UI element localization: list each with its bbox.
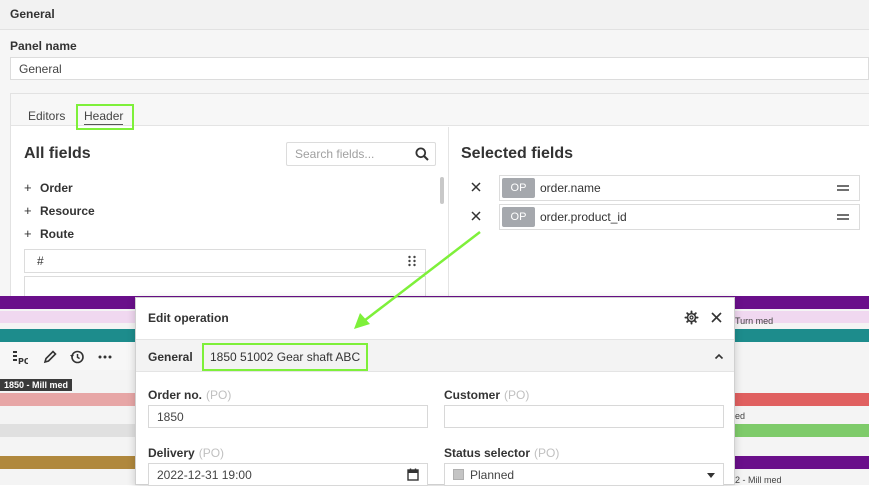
gantt-bar[interactable]: [0, 424, 136, 437]
status-select[interactable]: Planned: [444, 463, 724, 486]
calendar-icon[interactable]: [407, 468, 419, 481]
panel-config: General Panel name General Editors Heade…: [0, 0, 869, 297]
section-header-value: 1850 51002 Gear shaft ABC: [202, 343, 369, 371]
tree-item-order[interactable]: + Order: [24, 180, 73, 198]
general-section-header[interactable]: General 1850 51002 Gear shaft ABC: [136, 339, 734, 372]
edit-icon[interactable]: [42, 349, 58, 365]
gantt-bar-label: Turn med: [735, 316, 774, 326]
field-name: order.product_id: [540, 210, 627, 224]
field-label-text: Order no.: [148, 388, 203, 402]
tree-item-label: Route: [40, 227, 74, 241]
all-fields-title: All fields: [24, 145, 91, 162]
gantt-bar[interactable]: [735, 393, 869, 406]
selected-field-box[interactable]: OP order.product_id: [499, 204, 860, 230]
tab-editors[interactable]: Editors: [28, 109, 65, 123]
selected-fields-title: Selected fields: [461, 145, 574, 162]
field-row-label: #: [37, 254, 44, 268]
panel-name-label: Panel name: [10, 39, 77, 53]
field-hint: (PO): [504, 388, 530, 402]
op-badge: OP: [502, 207, 535, 227]
column-divider: [448, 127, 449, 297]
dialog-title: Edit operation: [148, 311, 229, 325]
search-fields-input[interactable]: [287, 143, 405, 165]
reorder-handle-icon[interactable]: [837, 184, 849, 192]
gear-icon[interactable]: [684, 310, 699, 325]
scrollbar-thumb[interactable]: [440, 177, 444, 204]
tab-strip: Editors Header: [11, 94, 869, 130]
status-selector-label: Status selector (PO): [444, 446, 559, 460]
gantt-bar[interactable]: [735, 456, 869, 469]
section-title: General: [10, 7, 55, 21]
reorder-handle-icon[interactable]: [837, 213, 849, 221]
row-label: 1850 - Mill med: [0, 379, 73, 391]
field-row[interactable]: [24, 276, 426, 297]
order-no-label: Order no. (PO): [148, 388, 231, 402]
tree-item-label: Resource: [40, 204, 95, 218]
field-hint: (PO): [206, 388, 232, 402]
tab-container: Editors Header All fields + Order + Resour…: [10, 93, 869, 297]
close-icon[interactable]: [710, 311, 723, 324]
schedule-toolbar: PO: [0, 342, 136, 370]
field-hint: (PO): [198, 446, 225, 460]
field-hint: (PO): [534, 446, 560, 460]
caret-down-icon[interactable]: [707, 473, 715, 478]
delivery-label: Delivery (PO): [148, 446, 224, 460]
drag-handle-icon[interactable]: [407, 255, 417, 267]
customer-input[interactable]: [444, 405, 724, 428]
search-fields-box: [286, 142, 436, 166]
remove-icon[interactable]: [469, 209, 483, 223]
tree-item-route[interactable]: + Route: [24, 226, 74, 244]
edit-operation-dialog: Edit operation General 1850 51002 Gear s…: [135, 297, 735, 486]
remove-icon[interactable]: [469, 180, 483, 194]
gantt-bar-label: 2 - Mill med: [735, 475, 782, 485]
tree-item-label: Order: [40, 181, 73, 195]
expand-icon: +: [24, 226, 32, 241]
search-icon[interactable]: [415, 147, 429, 161]
expand-icon: +: [24, 203, 32, 218]
status-value: Planned: [470, 468, 515, 482]
chevron-up-icon[interactable]: [714, 352, 724, 360]
highlight-box-tab: [76, 104, 134, 130]
gantt-bar-label: ed: [735, 411, 746, 421]
more-icon[interactable]: [97, 349, 113, 365]
selected-field-box[interactable]: OP order.name: [499, 175, 860, 201]
gantt-bar[interactable]: [735, 424, 869, 437]
selected-field-row: OP order.product_id: [469, 204, 860, 230]
section-label: General: [148, 350, 193, 364]
field-name: order.name: [540, 181, 601, 195]
gantt-bar[interactable]: [0, 393, 136, 406]
gantt-bar[interactable]: [0, 456, 136, 469]
tree-item-resource[interactable]: + Resource: [24, 203, 95, 221]
selected-field-row: OP order.name: [469, 175, 860, 201]
svg-text:PO: PO: [18, 357, 28, 365]
delivery-value: 2022-12-31 19:00: [157, 468, 252, 482]
field-label-text: Delivery: [148, 446, 195, 460]
status-color-swatch: [453, 469, 464, 480]
expand-icon: +: [24, 180, 32, 195]
section-header: General: [0, 0, 869, 30]
op-badge: OP: [502, 178, 535, 198]
history-icon[interactable]: [69, 349, 85, 365]
customer-label: Customer (PO): [444, 388, 529, 402]
field-row-hash[interactable]: #: [24, 249, 426, 273]
order-no-input[interactable]: 1850: [148, 405, 428, 428]
field-label-text: Customer: [444, 388, 501, 402]
filter-po-icon[interactable]: PO: [12, 349, 28, 365]
panel-name-input[interactable]: General: [10, 57, 869, 80]
delivery-input[interactable]: 2022-12-31 19:00: [148, 463, 428, 486]
field-label-text: Status selector: [444, 446, 531, 460]
